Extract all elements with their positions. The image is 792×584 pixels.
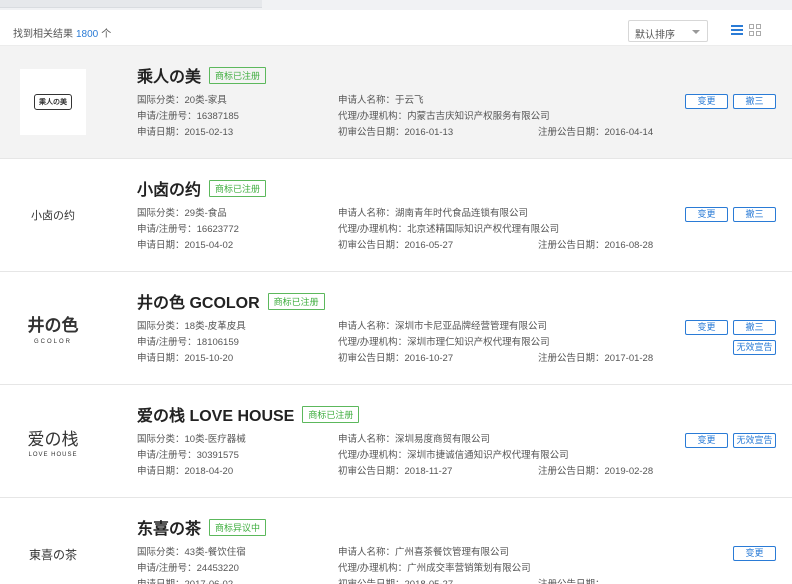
reg-pub-value: 2016-04-14 — [604, 127, 654, 138]
reg-pub-value: 2017-01-28 — [604, 353, 654, 364]
trademark-info-col3: 注册公告日期：2019-02-28 — [538, 466, 654, 477]
applicant-value: 深圳市卡尼亚品牌经营管理有限公司 — [395, 321, 548, 332]
trademark-info-col3: 注册公告日期：2016-08-28 — [538, 240, 654, 251]
applicant-value: 广州喜茶餐饮管理有限公司 — [395, 547, 510, 558]
agent-value: 深圳市理仁知识产权代理有限公司 — [407, 337, 550, 348]
apply-date-value: 2015-04-02 — [184, 240, 234, 251]
top-strip — [0, 0, 792, 10]
sort-select[interactable]: 默认排序 — [628, 20, 708, 42]
agent-value: 内蒙古吉庆知识产权服务有限公司 — [407, 111, 550, 122]
trademark-name[interactable]: 东喜の茶 商标异议中 — [137, 515, 267, 539]
class-value: 29类-食品 — [184, 208, 227, 219]
apply-date-value: 2015-10-20 — [184, 353, 234, 364]
trademark-info-col1: 国际分类：18类-皮革皮具 申请/注册号：18106159 申请日期：2015-… — [137, 321, 246, 364]
trademark-logo-text: 井の色 — [27, 316, 79, 336]
agent-value: 北京述精国际知识产权代理有限公司 — [407, 224, 560, 235]
results-toolbar: 找到相关结果 1800 个 默认排序 — [0, 10, 792, 46]
trademark-name[interactable]: 乘人の美 商标已注册 — [137, 63, 267, 87]
trademark-info-col1: 国际分类：29类-食品 申请/注册号：16623772 申请日期：2015-04… — [137, 208, 239, 251]
trademark-info-col2: 申请人名称：湖南青年时代食品连锁有限公司 代理/办理机构：北京述精国际知识产权代… — [338, 208, 560, 251]
agent-value: 广州成交率营销策划有限公司 — [407, 563, 531, 574]
status-badge: 商标已注册 — [302, 406, 360, 423]
trademark-info-col3: 注册公告日期：2016-04-14 — [538, 127, 654, 138]
trademark-row[interactable]: 井の色 GCOLOR 井の色 GCOLOR 商标已注册 国际分类：18类-皮革皮具… — [0, 272, 792, 385]
first-pub-value: 2016-10-27 — [404, 353, 454, 364]
trademark-info-col2: 申请人名称：深圳易度商贸有限公司 代理/办理机构：深圳市捷诚信通知识产权代理有限… — [338, 434, 569, 477]
reg-no-value: 18106159 — [196, 337, 239, 348]
change-button[interactable]: 变更 — [685, 94, 728, 109]
trademark-logo: 東喜の茶 — [20, 521, 86, 584]
trademark-logo: 小卤の约 — [20, 182, 86, 248]
first-pub-value: 2018-11-27 — [404, 466, 453, 477]
trademark-row[interactable]: 東喜の茶 东喜の茶 商标异议中 国际分类：43类-餐饮住宿 申请/注册号：2445… — [0, 498, 792, 584]
status-badge: 商标异议中 — [209, 519, 267, 536]
reg-no-value: 16623772 — [196, 224, 239, 235]
trademark-logo-text: 乘人の美 — [34, 94, 72, 110]
trademark-name[interactable]: 爱の栈 LOVE HOUSE 商标已注册 — [137, 402, 360, 426]
result-count: 找到相关结果 1800 个 — [13, 25, 111, 40]
class-value: 18类-皮革皮具 — [184, 321, 246, 332]
results-list: 乘人の美 乘人の美 商标已注册 国际分类：20类-家具 申请/注册号：163871… — [0, 46, 792, 584]
class-value: 20类-家具 — [184, 95, 227, 106]
reg-pub-value: 2016-08-28 — [604, 240, 654, 251]
trademark-logo-text: 爱の栈 — [27, 429, 79, 450]
class-value: 10类-医疗器械 — [184, 434, 246, 445]
trademark-logo-subtext: GCOLOR — [33, 339, 72, 345]
result-count-number: 1800 — [76, 29, 99, 40]
trademark-info-col1: 国际分类：20类-家具 申请/注册号：16387185 申请日期：2015-02… — [137, 95, 239, 138]
result-count-prefix: 找到相关结果 — [13, 29, 73, 40]
status-badge: 商标已注册 — [209, 67, 267, 84]
change-button[interactable]: 变更 — [685, 207, 728, 222]
reg-no-value: 16387185 — [196, 111, 239, 122]
applicant-value: 湖南青年时代食品连锁有限公司 — [395, 208, 529, 219]
status-badge: 商标已注册 — [209, 180, 267, 197]
first-pub-value: 2018-05-27 — [405, 579, 454, 584]
trademark-name[interactable]: 井の色 GCOLOR 商标已注册 — [137, 289, 325, 313]
trademark-row[interactable]: 小卤の约 小卤の约 商标已注册 国际分类：29类-食品 申请/注册号：166237… — [0, 159, 792, 272]
change-button[interactable]: 变更 — [733, 546, 776, 561]
revoke-button[interactable]: 撤三 — [733, 94, 776, 109]
trademark-info-col2: 申请人名称：于云飞 代理/办理机构：内蒙古吉庆知识产权服务有限公司 初审公告日期… — [338, 95, 550, 138]
trademark-row[interactable]: 乘人の美 乘人の美 商标已注册 国际分类：20类-家具 申请/注册号：163871… — [0, 46, 792, 159]
applicant-value: 于云飞 — [395, 95, 424, 106]
trademark-info-col1: 国际分类：10类-医疗器械 申请/注册号：30391575 申请日期：2018-… — [137, 434, 246, 477]
list-view-icon[interactable] — [731, 24, 743, 36]
trademark-info-col3: 注册公告日期： — [538, 577, 605, 584]
trademark-row[interactable]: 爱の栈 LOVE HOUSE 爱の栈 LOVE HOUSE 商标已注册 国际分类：… — [0, 385, 792, 498]
revoke-button[interactable]: 撤三 — [733, 207, 776, 222]
trademark-logo: 爱の栈 LOVE HOUSE — [20, 408, 86, 474]
grid-view-icon[interactable] — [749, 24, 761, 36]
chevron-down-icon — [692, 30, 700, 34]
change-button[interactable]: 变更 — [685, 320, 728, 335]
trademark-info-col2: 申请人名称：深圳市卡尼亚品牌经营管理有限公司 代理/办理机构：深圳市理仁知识产权… — [338, 321, 550, 364]
trademark-info-col3: 注册公告日期：2017-01-28 — [538, 353, 654, 364]
first-pub-value: 2016-01-13 — [404, 127, 454, 138]
invalidate-button[interactable]: 无效宣告 — [733, 340, 776, 355]
apply-date-value: 2015-02-13 — [184, 127, 234, 138]
status-badge: 商标已注册 — [267, 293, 325, 310]
trademark-info-col1: 国际分类：43类-餐饮住宿 申请/注册号：24453220 申请日期：2017-… — [137, 545, 246, 584]
reg-no-value: 24453220 — [196, 563, 239, 574]
apply-date-value: 2018-04-20 — [184, 466, 234, 477]
trademark-logo-subtext: LOVE HOUSE — [28, 451, 78, 458]
trademark-name[interactable]: 小卤の约 商标已注册 — [137, 176, 267, 200]
apply-date-value: 2017-06-02 — [185, 579, 234, 584]
revoke-button[interactable]: 撤三 — [733, 320, 776, 335]
result-count-suffix: 个 — [101, 29, 112, 40]
trademark-logo: 乘人の美 — [20, 69, 86, 135]
trademark-logo: 井の色 GCOLOR — [20, 295, 86, 361]
trademark-logo-text: 東喜の茶 — [28, 547, 77, 562]
agent-value: 深圳市捷诚信通知识产权代理有限公司 — [407, 450, 569, 461]
reg-pub-value: 2019-02-28 — [604, 466, 654, 477]
top-strip-tab — [0, 0, 262, 8]
trademark-info-col2: 申请人名称：广州喜茶餐饮管理有限公司 代理/办理机构：广州成交率营销策划有限公司… — [338, 545, 531, 584]
first-pub-value: 2016-05-27 — [404, 240, 454, 251]
class-value: 43类-餐饮住宿 — [184, 547, 246, 558]
reg-no-value: 30391575 — [196, 450, 239, 461]
trademark-logo-text: 小卤の约 — [31, 209, 75, 222]
sort-select-value: 默认排序 — [635, 30, 675, 41]
change-button[interactable]: 变更 — [685, 433, 728, 448]
invalidate-button[interactable]: 无效宣告 — [733, 433, 776, 448]
applicant-value: 深圳易度商贸有限公司 — [395, 434, 491, 445]
